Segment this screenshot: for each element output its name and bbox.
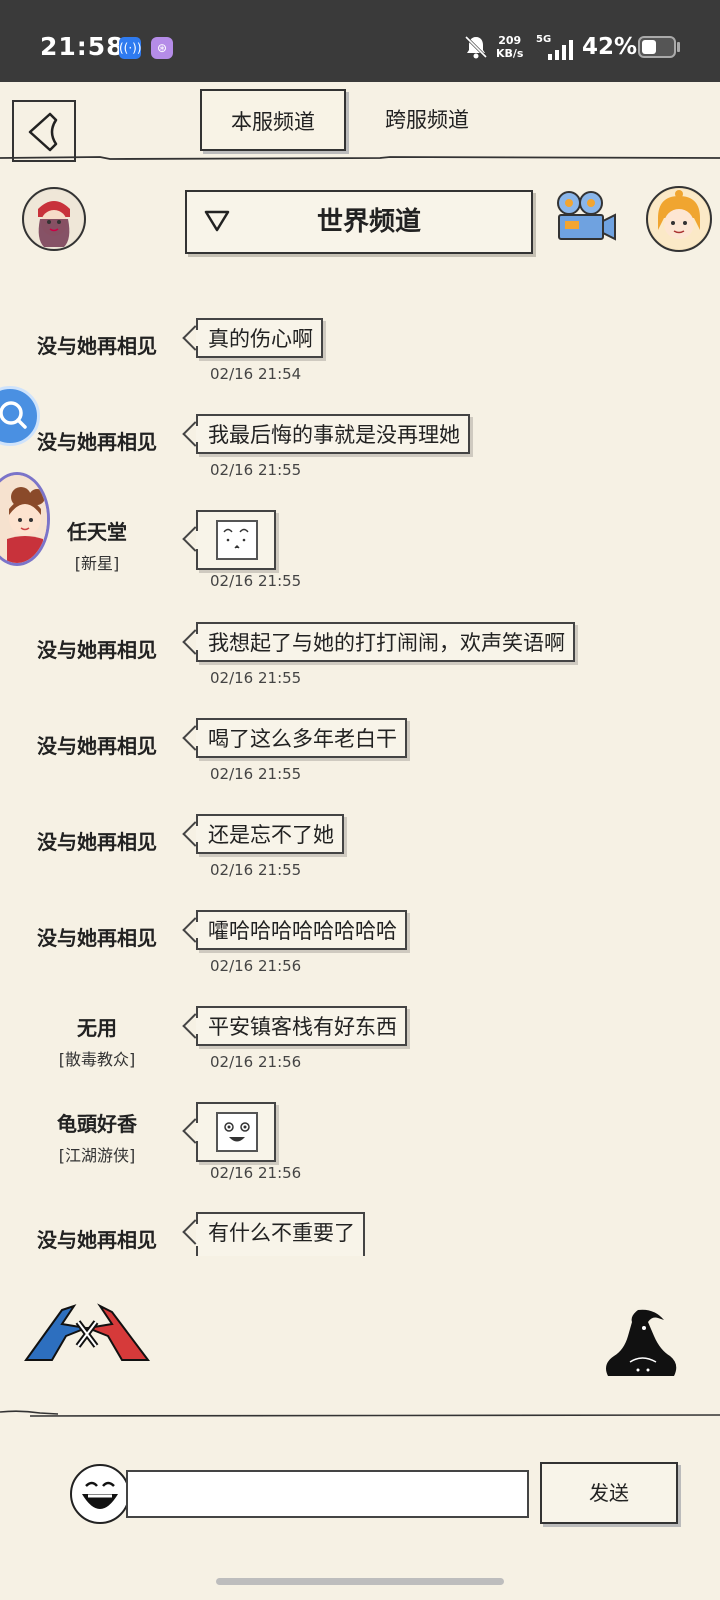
tab-local-channel[interactable]: 本服频道 bbox=[200, 89, 346, 151]
sticker-face-icon bbox=[216, 1112, 258, 1152]
player-avatar[interactable] bbox=[22, 187, 86, 251]
message-bubble[interactable]: 我最后悔的事就是没再理她 bbox=[196, 414, 470, 454]
home-indicator[interactable] bbox=[216, 1578, 504, 1585]
pvp-logo-icon[interactable] bbox=[22, 1302, 152, 1366]
message-bubble[interactable]: 还是忘不了她 bbox=[196, 814, 344, 854]
sender-title: [散毒教众] bbox=[58, 1050, 136, 1069]
chat-message: 没与她再相见 有什么不重要了 bbox=[0, 1212, 720, 1270]
back-arrow-icon bbox=[28, 112, 58, 152]
message-time: 02/16 21:56 bbox=[210, 957, 302, 975]
message-sender[interactable]: 没与她再相见 bbox=[0, 826, 194, 855]
network-speed: 209 KB/s bbox=[496, 34, 524, 60]
signal-icon bbox=[548, 40, 573, 60]
floating-search-button[interactable] bbox=[0, 386, 40, 446]
message-sender[interactable]: 没与她再相见 bbox=[0, 634, 194, 663]
message-sender[interactable]: 龟頭好香 [江湖游侠] bbox=[0, 1108, 194, 1166]
sticker-bubble[interactable] bbox=[196, 1102, 276, 1162]
message-time: 02/16 21:55 bbox=[210, 765, 302, 783]
meditating-monk-icon[interactable] bbox=[600, 1306, 684, 1386]
channel-label: 世界频道 bbox=[316, 207, 421, 237]
message-bubble[interactable]: 真的伤心啊 bbox=[196, 318, 323, 358]
message-sender[interactable]: 没与她再相见 bbox=[0, 730, 194, 759]
video-camera-icon[interactable] bbox=[551, 189, 619, 245]
status-time: 21:58 bbox=[40, 32, 125, 61]
sticker-face-icon bbox=[216, 520, 258, 560]
message-text: 嚯哈哈哈哈哈哈哈哈 bbox=[208, 919, 397, 943]
message-time: 02/16 21:55 bbox=[210, 572, 302, 590]
divider bbox=[0, 156, 720, 160]
message-sender[interactable]: 没与她再相见 bbox=[0, 330, 194, 359]
battery-icon bbox=[638, 36, 676, 58]
emoji-button[interactable] bbox=[70, 1464, 130, 1524]
battery-percent: 42% bbox=[582, 34, 638, 60]
laughing-face-icon bbox=[82, 1481, 118, 1509]
message-text: 喝了这么多年老白干 bbox=[208, 727, 397, 751]
message-text: 有什么不重要了 bbox=[208, 1221, 355, 1245]
send-button[interactable]: 发送 bbox=[540, 1462, 678, 1524]
message-sender[interactable]: 没与她再相见 bbox=[0, 922, 194, 951]
search-icon bbox=[0, 401, 27, 429]
hotspot-icon: ((·)) bbox=[119, 37, 142, 59]
chat-message-input[interactable] bbox=[126, 1470, 529, 1518]
message-time: 02/16 21:55 bbox=[210, 861, 302, 879]
message-sender[interactable]: 无用 [散毒教众] bbox=[0, 1012, 194, 1070]
message-text: 我想起了与她的打打闹闹，欢声笑语啊 bbox=[208, 631, 565, 655]
message-text: 平安镇客栈有好东西 bbox=[208, 1015, 397, 1039]
message-time: 02/16 21:56 bbox=[210, 1053, 302, 1071]
message-bubble[interactable]: 喝了这么多年老白干 bbox=[196, 718, 407, 758]
divider bbox=[0, 1410, 720, 1417]
sender-title: [江湖游侠] bbox=[58, 1146, 136, 1165]
message-bubble[interactable]: 我想起了与她的打打闹闹，欢声笑语啊 bbox=[196, 622, 575, 662]
message-time: 02/16 21:54 bbox=[210, 365, 302, 383]
message-bubble[interactable]: 平安镇客栈有好东西 bbox=[196, 1006, 407, 1046]
back-button[interactable] bbox=[12, 100, 76, 162]
message-bubble[interactable]: 有什么不重要了 bbox=[196, 1212, 365, 1256]
channel-selector[interactable]: 世界频道 bbox=[185, 190, 533, 254]
sticker-bubble[interactable] bbox=[196, 510, 276, 570]
message-bubble[interactable]: 嚯哈哈哈哈哈哈哈哈 bbox=[196, 910, 407, 950]
message-time: 02/16 21:55 bbox=[210, 461, 302, 479]
app-notification-icon: ⊛ bbox=[151, 37, 173, 59]
message-text: 还是忘不了她 bbox=[208, 823, 334, 847]
bell-muted-icon bbox=[464, 35, 488, 59]
status-bar: 21:58 ((·)) ⊛ 209 KB/s 5G 42% bbox=[0, 0, 720, 82]
message-time: 02/16 21:55 bbox=[210, 669, 302, 687]
message-text: 我最后悔的事就是没再理她 bbox=[208, 423, 460, 447]
message-text: 真的伤心啊 bbox=[208, 327, 313, 351]
message-time: 02/16 21:56 bbox=[210, 1164, 302, 1182]
tab-cross-server-channel[interactable]: 跨服频道 bbox=[372, 89, 482, 151]
message-sender[interactable]: 没与她再相见 bbox=[0, 1224, 194, 1253]
npc-avatar[interactable] bbox=[646, 186, 712, 252]
